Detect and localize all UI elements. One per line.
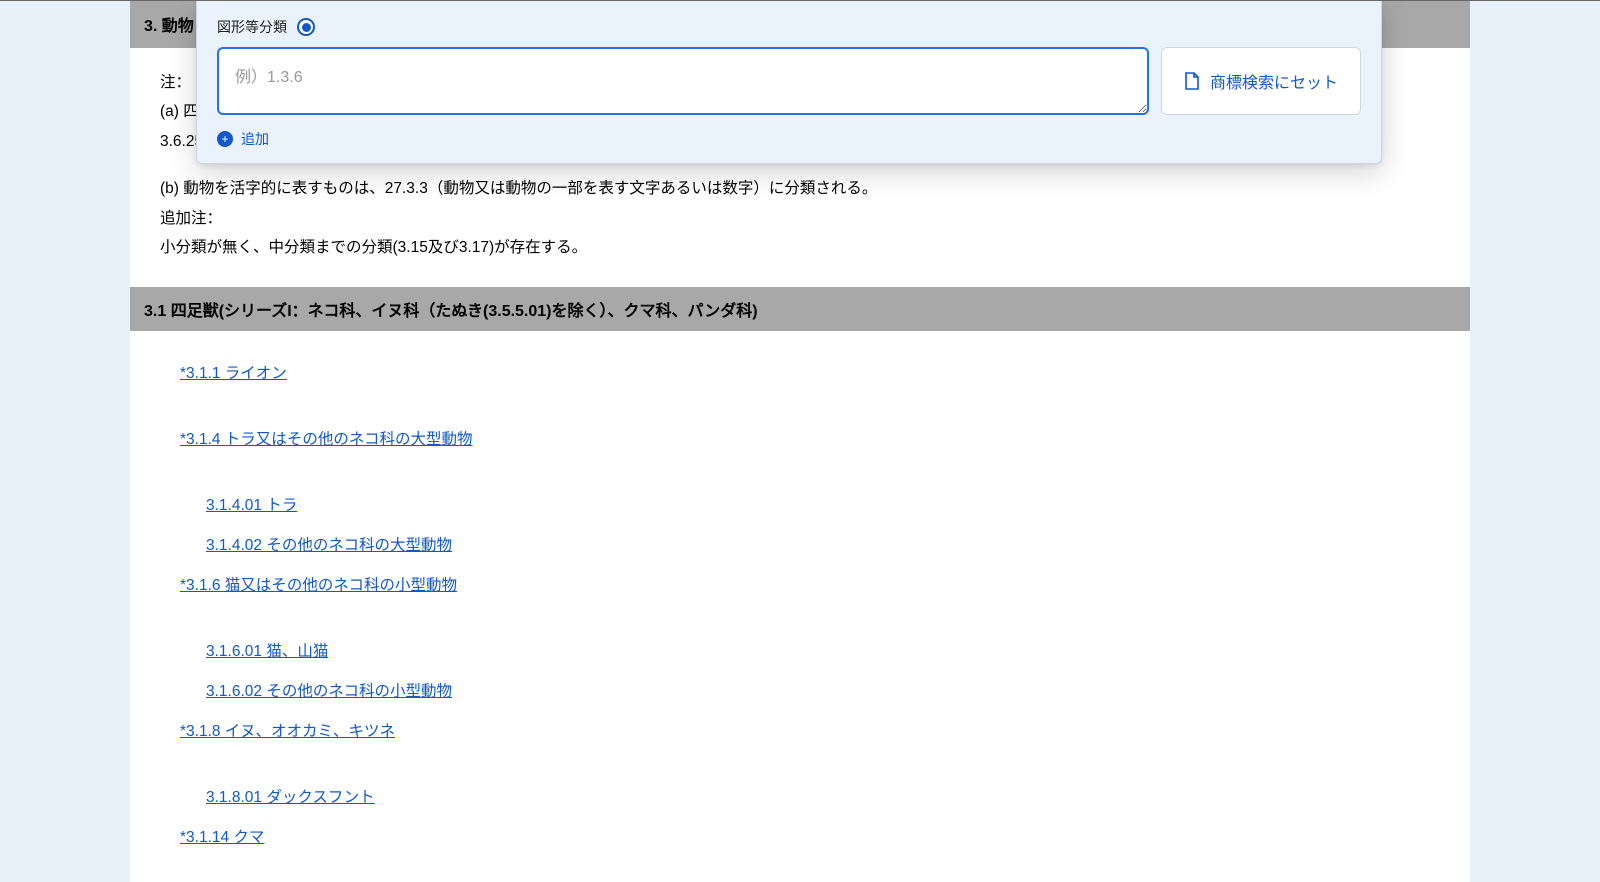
classification-links: *3.1.1 ライオン *3.1.4 トラ又はその他のネコ科の大型動物 3.1.… [130, 331, 1470, 882]
link-3-1-6-01[interactable]: 3.1.6.01 猫、山猫 [206, 643, 328, 660]
note-line: (b) 動物を活字的に表すものは、27.3.3（動物又は動物の一部を表す文字ある… [160, 174, 1440, 203]
link-3-1-8[interactable]: *3.1.8 イヌ、オオカミ、キツネ [180, 723, 395, 740]
link-3-1-4[interactable]: *3.1.4 トラ又はその他のネコ科の大型動物 [180, 431, 473, 448]
list-item: 3.1.4.01 トラ [206, 489, 1440, 523]
link-3-1-14[interactable]: *3.1.14 クマ [180, 829, 264, 846]
window-top-border [0, 0, 1600, 1]
list-item: *3.1.4 トラ又はその他のネコ科の大型動物 [180, 423, 1440, 457]
note-line: 小分類が無く、中分類までの分類(3.15及び3.17)が存在する。 [160, 233, 1440, 262]
set-to-search-button[interactable]: 商標検索にセット [1161, 47, 1361, 115]
list-item: 3.1.6.02 その他のネコ科の小型動物 [206, 675, 1440, 709]
list-item: 3.1.6.01 猫、山猫 [206, 635, 1440, 669]
classification-radio[interactable]: 図形等分類 [217, 15, 315, 37]
classification-code-input[interactable] [217, 47, 1149, 115]
list-item: 3.1.8.01 ダックスフント [206, 781, 1440, 815]
document-icon [1184, 72, 1200, 90]
list-item: *3.1.1 ライオン [180, 357, 1440, 391]
list-item: 3.1.4.02 その他のネコ科の大型動物 [206, 529, 1440, 563]
note-line: 追加注： [160, 204, 1440, 233]
link-3-1-4-02[interactable]: 3.1.4.02 その他のネコ科の大型動物 [206, 537, 452, 554]
list-item: *3.1.6 猫又はその他のネコ科の小型動物 [180, 569, 1440, 603]
list-item: *3.1.8 イヌ、オオカミ、キツネ [180, 715, 1440, 749]
add-label: 追加 [241, 129, 269, 149]
set-button-label: 商標検索にセット [1210, 69, 1338, 93]
add-button[interactable]: + 追加 [217, 129, 1361, 149]
list-item: *3.1.14 クマ [180, 821, 1440, 855]
link-3-1-1[interactable]: *3.1.1 ライオン [180, 365, 287, 382]
plus-icon: + [217, 131, 233, 147]
sub-section-header-3-1: 3.1 四足獣(シリーズI：ネコ科、イヌ科（たぬき(3.5.5.01)を除く）、… [130, 287, 1470, 331]
search-float-panel: 図形等分類 商標検索にセット + 追加 [196, 0, 1382, 164]
radio-selected-icon [297, 18, 315, 36]
link-3-1-8-01[interactable]: 3.1.8.01 ダックスフント [206, 789, 375, 806]
link-3-1-4-01[interactable]: 3.1.4.01 トラ [206, 497, 297, 514]
link-3-1-6-02[interactable]: 3.1.6.02 その他のネコ科の小型動物 [206, 683, 452, 700]
classification-radio-label: 図形等分類 [217, 17, 287, 37]
link-3-1-6[interactable]: *3.1.6 猫又はその他のネコ科の小型動物 [180, 577, 457, 594]
